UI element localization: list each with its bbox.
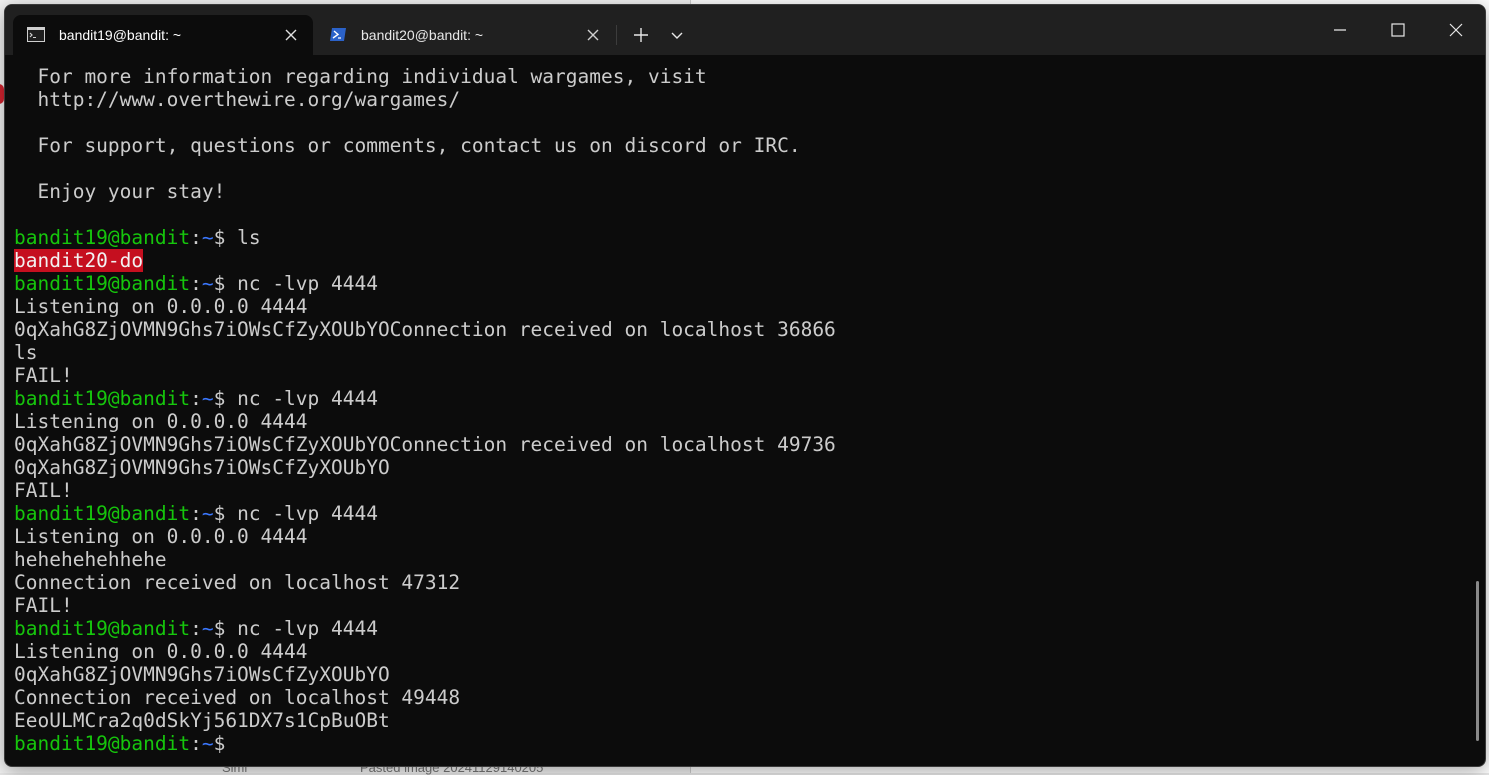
output-line: Listening on 0.0.0.0 4444 xyxy=(14,525,308,548)
prompt-line: bandit19@bandit:~$ nc -lvp 4444 xyxy=(14,387,1464,410)
close-tab-icon[interactable] xyxy=(585,27,601,43)
scrollbar-thumb[interactable] xyxy=(1476,581,1479,741)
output-line: Enjoy your stay! xyxy=(14,180,226,203)
output-line: 0qXahG8ZjOVMN9Ghs7iOWsCfZyXOUbYO xyxy=(14,456,390,479)
tab-dropdown-button[interactable] xyxy=(667,25,687,45)
output-line: 0qXahG8ZjOVMN9Ghs7iOWsCfZyXOUbYO xyxy=(14,663,390,686)
prompt-line: bandit19@bandit:~$ nc -lvp 4444 xyxy=(14,502,1464,525)
prompt-separator: : xyxy=(190,387,202,410)
prompt-separator: : xyxy=(190,732,202,755)
prompt-symbol: $ xyxy=(213,617,238,640)
command-text: nc -lvp 4444 xyxy=(237,502,378,525)
prompt-path: ~ xyxy=(201,617,214,640)
close-tab-icon[interactable] xyxy=(283,27,299,43)
minimize-button[interactable] xyxy=(1322,15,1358,45)
output-line: Listening on 0.0.0.0 4444 xyxy=(14,295,308,318)
output-line: Listening on 0.0.0.0 4444 xyxy=(14,410,308,433)
prompt-path: ~ xyxy=(201,272,214,295)
output-line: EeoULMCra2q0dSkYj561DX7s1CpBuOBt xyxy=(14,709,390,732)
prompt-user: bandit19@bandit xyxy=(14,502,191,525)
prompt-separator: : xyxy=(190,502,202,525)
powershell-icon xyxy=(329,27,347,42)
title-bar[interactable]: bandit19@bandit: ~ bandit20@bandit: ~ xyxy=(5,5,1485,55)
new-tab-button[interactable] xyxy=(629,23,653,47)
output-line: 0qXahG8ZjOVMN9Ghs7iOWsCfZyXOUbYOConnecti… xyxy=(14,433,836,456)
prompt-user: bandit19@bandit xyxy=(14,617,191,640)
output-line: FAIL! xyxy=(14,364,73,387)
prompt-symbol: $ xyxy=(213,502,238,525)
terminal-window: bandit19@bandit: ~ bandit20@bandit: ~ Fo… xyxy=(4,4,1486,767)
output-line: Connection received on localhost 47312 xyxy=(14,571,461,594)
prompt-line: bandit19@bandit:~$ nc -lvp 4444 xyxy=(14,272,1464,295)
output-line: For more information regarding individua… xyxy=(14,65,707,88)
output-line: http://www.overthewire.org/wargames/ xyxy=(14,88,461,111)
prompt-user: bandit19@bandit xyxy=(14,272,191,295)
prompt-symbol: $ xyxy=(213,226,238,249)
output-line: hehehehehhehe xyxy=(14,548,167,571)
command-text: nc -lvp 4444 xyxy=(237,272,378,295)
plus-icon xyxy=(634,28,648,42)
output-line-highlighted: bandit20-do xyxy=(14,249,1464,272)
prompt-line: bandit19@bandit:~$ xyxy=(14,732,1464,755)
tab-label: bandit19@bandit: ~ xyxy=(59,27,182,43)
prompt-path: ~ xyxy=(201,502,214,525)
tab-label: bandit20@bandit: ~ xyxy=(361,27,484,43)
tab-bandit19[interactable]: bandit19@bandit: ~ xyxy=(13,15,313,55)
prompt-separator: : xyxy=(190,226,202,249)
prompt-symbol: $ xyxy=(213,387,238,410)
prompt-path: ~ xyxy=(201,226,214,249)
prompt-separator: : xyxy=(190,272,202,295)
tab-bandit20[interactable]: bandit20@bandit: ~ xyxy=(315,15,615,55)
prompt-user: bandit19@bandit xyxy=(14,387,191,410)
output-line: FAIL! xyxy=(14,479,73,502)
maximize-icon xyxy=(1391,23,1405,37)
prompt-line: bandit19@bandit:~$ ls xyxy=(14,226,1464,249)
prompt-path: ~ xyxy=(201,732,214,755)
output-line: For support, questions or comments, cont… xyxy=(14,134,801,157)
command-text: nc -lvp 4444 xyxy=(237,617,378,640)
minimize-icon xyxy=(1334,29,1346,31)
scrollbar[interactable] xyxy=(1475,63,1481,758)
prompt-path: ~ xyxy=(201,387,214,410)
command-text: nc -lvp 4444 xyxy=(237,387,378,410)
prompt-user: bandit19@bandit xyxy=(14,732,191,755)
output-line: FAIL! xyxy=(14,594,73,617)
prompt-line: bandit19@bandit:~$ nc -lvp 4444 xyxy=(14,617,1464,640)
terminal-output[interactable]: For more information regarding individua… xyxy=(14,55,1464,766)
terminal-icon xyxy=(27,27,45,42)
close-icon xyxy=(1449,23,1463,37)
highlighted-filename: bandit20-do xyxy=(14,249,144,272)
output-line: 0qXahG8ZjOVMN9Ghs7iOWsCfZyXOUbYOConnecti… xyxy=(14,318,836,341)
close-window-button[interactable] xyxy=(1438,15,1474,45)
prompt-user: bandit19@bandit xyxy=(14,226,191,249)
command-text: ls xyxy=(237,226,261,249)
output-line: Listening on 0.0.0.0 4444 xyxy=(14,640,308,663)
prompt-separator: : xyxy=(190,617,202,640)
output-line: Connection received on localhost 49448 xyxy=(14,686,461,709)
prompt-symbol: $ xyxy=(213,732,238,755)
output-line: ls xyxy=(14,341,38,364)
maximize-button[interactable] xyxy=(1380,15,1416,45)
tab-separator xyxy=(616,25,617,45)
chevron-down-icon xyxy=(671,32,683,39)
prompt-symbol: $ xyxy=(213,272,238,295)
